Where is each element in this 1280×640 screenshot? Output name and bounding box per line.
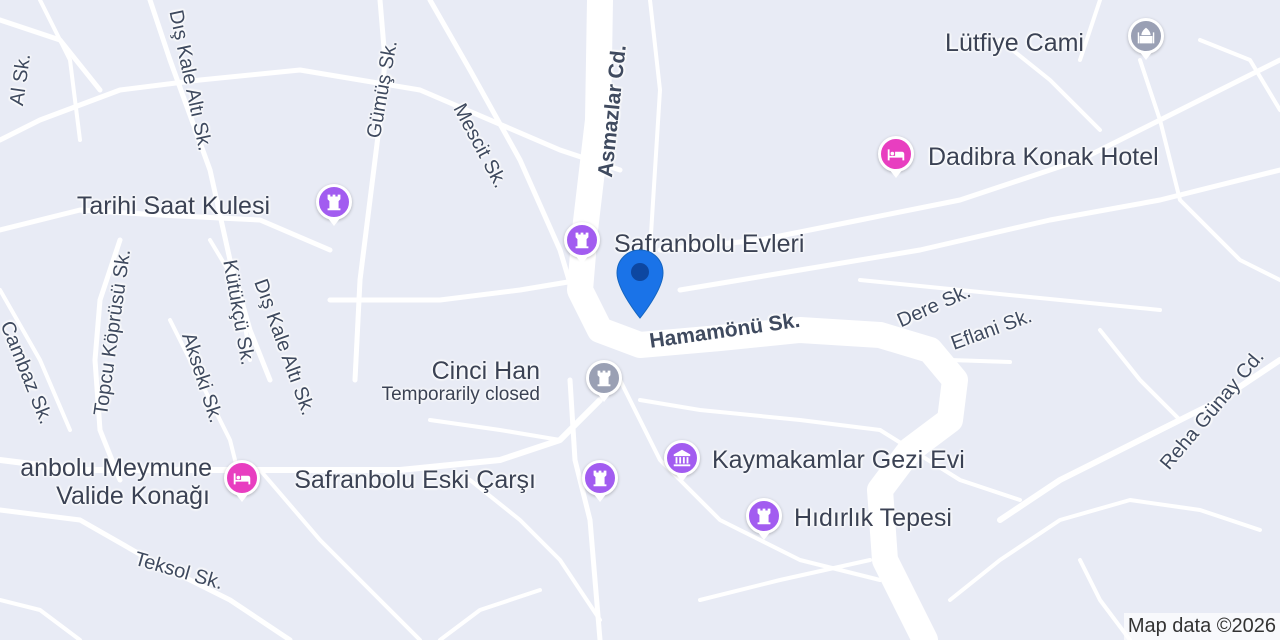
museum-icon [664,440,700,482]
place-label: Kaymakamlar Gezi Evi [712,446,965,474]
place-label: Dadibra Konak Hotel [928,143,1159,171]
place-label: Hıdırlık Tepesi [794,504,952,532]
castle-icon [564,222,600,264]
place-label-line2: Valide Konağı [56,482,210,510]
place-status: Temporarily closed [381,384,540,405]
location-marker-icon[interactable] [614,248,666,322]
place-label: Cinci Han [431,357,540,385]
castle-icon [746,498,782,540]
bed-icon [224,460,260,502]
mosque-icon [1128,18,1164,60]
castle-icon [582,460,618,502]
place-label: Safranbolu Eski Çarşı [294,466,536,494]
castle-icon [586,360,622,402]
map-attribution: Map data ©2026 [1123,613,1280,640]
place-label: anbolu Meymune [20,454,212,482]
castle-icon [316,184,352,226]
place-label: Lütfiye Cami [945,29,1084,57]
bed-icon [878,136,914,178]
place-label: Tarihi Saat Kulesi [76,192,270,220]
map-canvas[interactable]: Al Sk. Dış Kale Altı Sk. Gümüş Sk. Mesci… [0,0,1280,640]
